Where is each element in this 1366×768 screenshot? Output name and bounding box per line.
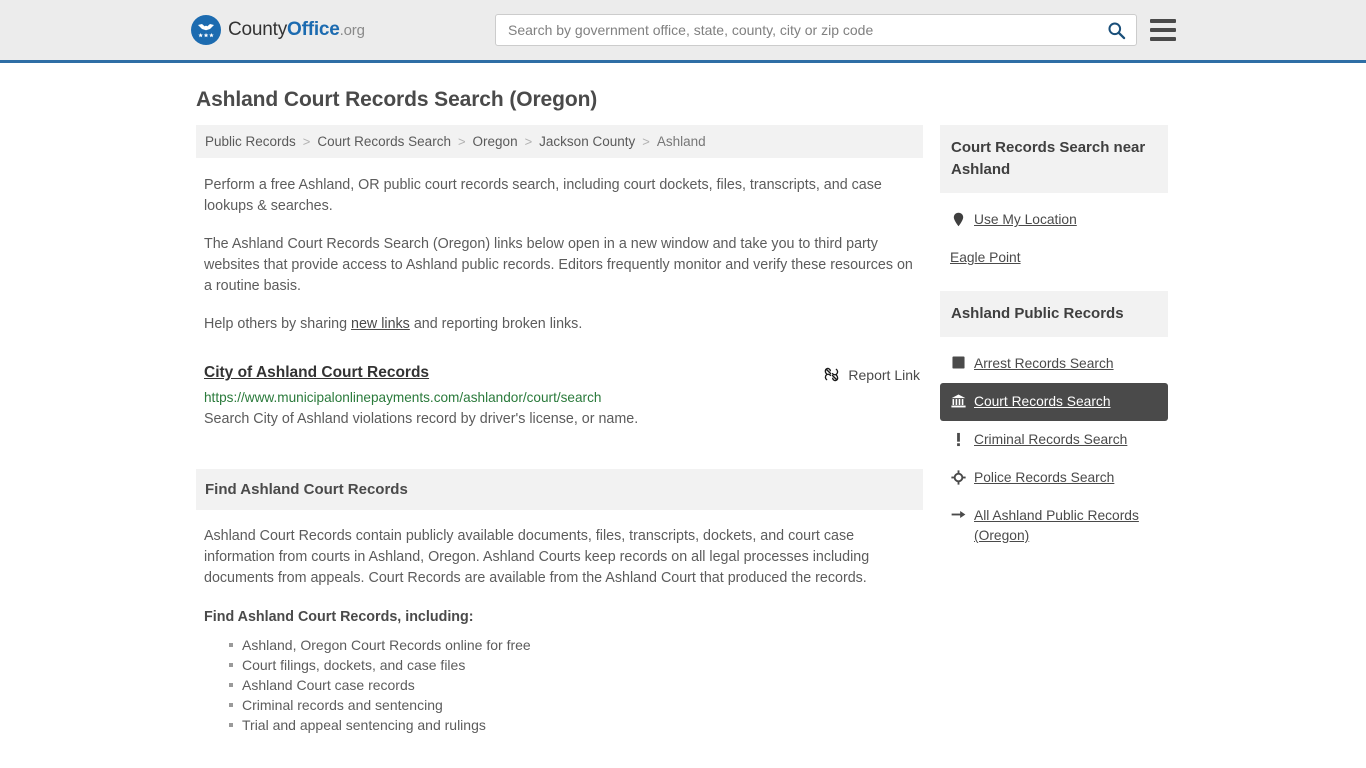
sidebar-item-use-my-location[interactable]: Use My Location [940, 201, 1168, 239]
sidebar-link-all-public-records[interactable]: All Ashland Public Records (Oregon) [974, 506, 1158, 546]
intro-paragraph-2: The Ashland Court Records Search (Oregon… [204, 236, 913, 294]
sidebar-item-eagle-point[interactable]: Eagle Point [940, 239, 1168, 277]
find-records-paragraph: Ashland Court Records contain publicly a… [204, 528, 870, 586]
breadcrumb-item-ashland: Ashland [656, 134, 706, 149]
breadcrumb-separator: > [642, 134, 650, 149]
breadcrumb-item-public-records[interactable]: Public Records [205, 134, 296, 149]
breadcrumb-item-oregon[interactable]: Oregon [473, 134, 518, 149]
site-logo[interactable]: CountyOffice.org [191, 15, 365, 45]
sidebar-link-police-records-search[interactable]: Police Records Search [974, 468, 1114, 488]
logo-text-part3: .org [339, 22, 365, 39]
eagle-badge-icon [191, 15, 221, 45]
list-item: Trial and appeal sentencing and rulings [229, 715, 923, 735]
report-link-button[interactable]: Report Link [823, 366, 920, 383]
hamburger-bar-3 [1150, 37, 1176, 41]
intro-paragraph-1: Perform a free Ashland, OR public court … [204, 177, 882, 214]
search-icon [1108, 21, 1126, 39]
find-records-section-body: Ashland Court Records contain publicly a… [196, 526, 923, 735]
list-item: Court filings, dockets, and case files [229, 655, 923, 675]
result-url: https://www.municipalonlinepayments.com/… [204, 390, 602, 405]
share-text-after: and reporting broken links. [409, 316, 583, 332]
logo-text-part1: County [228, 19, 288, 40]
broken-link-icon [825, 367, 839, 382]
breadcrumb: Public Records > Court Records Search > … [196, 125, 923, 158]
logo-text-part2: Office [287, 19, 340, 40]
sidebar-item-criminal-records-search[interactable]: Criminal Records Search [940, 421, 1168, 459]
sidebar-public-records-heading: Ashland Public Records [940, 291, 1168, 337]
sidebar-item-police-records-search[interactable]: Police Records Search [940, 459, 1168, 497]
find-records-bullet-list: Ashland, Oregon Court Records online for… [196, 635, 923, 735]
sidebar-item-court-records-search[interactable]: Court Records Search [940, 383, 1168, 421]
search-input[interactable] [506, 21, 1103, 39]
sidebar-public-records-list: Arrest Records Search Court Records Sear… [940, 345, 1168, 555]
fingerprint-square-icon [950, 354, 966, 369]
search-bar[interactable] [495, 14, 1137, 46]
list-item: Ashland Court case records [229, 675, 923, 695]
sidebar-item-arrest-records-search[interactable]: Arrest Records Search [940, 345, 1168, 383]
breadcrumb-separator: > [302, 134, 311, 149]
sidebar-near-list: Use My Location Eagle Point [940, 201, 1168, 277]
find-records-subheading: Find Ashland Court Records, including: [204, 609, 474, 625]
sidebar-link-use-my-location[interactable]: Use My Location [974, 210, 1077, 230]
breadcrumb-item-court-records-search[interactable]: Court Records Search [317, 134, 451, 149]
exclamation-icon [950, 430, 966, 447]
sidebar-item-all-public-records[interactable]: All Ashland Public Records (Oregon) [940, 497, 1168, 555]
sidebar-link-criminal-records-search[interactable]: Criminal Records Search [974, 430, 1127, 450]
sidebar-link-arrest-records-search[interactable]: Arrest Records Search [974, 354, 1114, 374]
hamburger-menu-icon[interactable] [1150, 19, 1176, 41]
hamburger-bar-2 [1150, 28, 1176, 32]
result-title-link[interactable]: City of Ashland Court Records [204, 364, 429, 382]
breadcrumb-item-jackson-county[interactable]: Jackson County [539, 134, 635, 149]
list-item: Ashland, Oregon Court Records online for… [229, 635, 923, 655]
report-link-label: Report Link [848, 366, 920, 383]
arrow-right-icon [950, 506, 966, 521]
sidebar: Court Records Search near Ashland Use My… [940, 125, 1168, 555]
result-description: Search City of Ashland violations record… [204, 411, 639, 427]
breadcrumb-separator: > [457, 134, 466, 149]
page-title: Ashland Court Records Search (Oregon) [196, 88, 598, 111]
site-header: CountyOffice.org [0, 0, 1366, 63]
hamburger-bar-1 [1150, 19, 1176, 23]
sidebar-near-heading: Court Records Search near Ashland [940, 125, 1168, 193]
find-records-section-heading: Find Ashland Court Records [196, 469, 923, 510]
intro-paragraph-3: Help others by sharing new links and rep… [204, 314, 916, 335]
logo-wordmark: CountyOffice.org [228, 19, 365, 41]
result-entry: City of Ashland Court Records https://ww… [204, 364, 920, 429]
map-pin-icon [950, 210, 966, 227]
new-links-link[interactable]: new links [351, 316, 410, 332]
breadcrumb-separator: > [524, 134, 533, 149]
police-badge-icon [950, 468, 966, 485]
courthouse-icon [950, 392, 966, 408]
main-content-column: Public Records > Court Records Search > … [196, 125, 923, 735]
list-item: Criminal records and sentencing [229, 695, 923, 715]
search-button[interactable] [1103, 21, 1130, 40]
share-text-before: Help others by sharing [204, 316, 352, 332]
sidebar-link-court-records-search[interactable]: Court Records Search [974, 392, 1111, 412]
sidebar-link-eagle-point[interactable]: Eagle Point [950, 248, 1021, 268]
